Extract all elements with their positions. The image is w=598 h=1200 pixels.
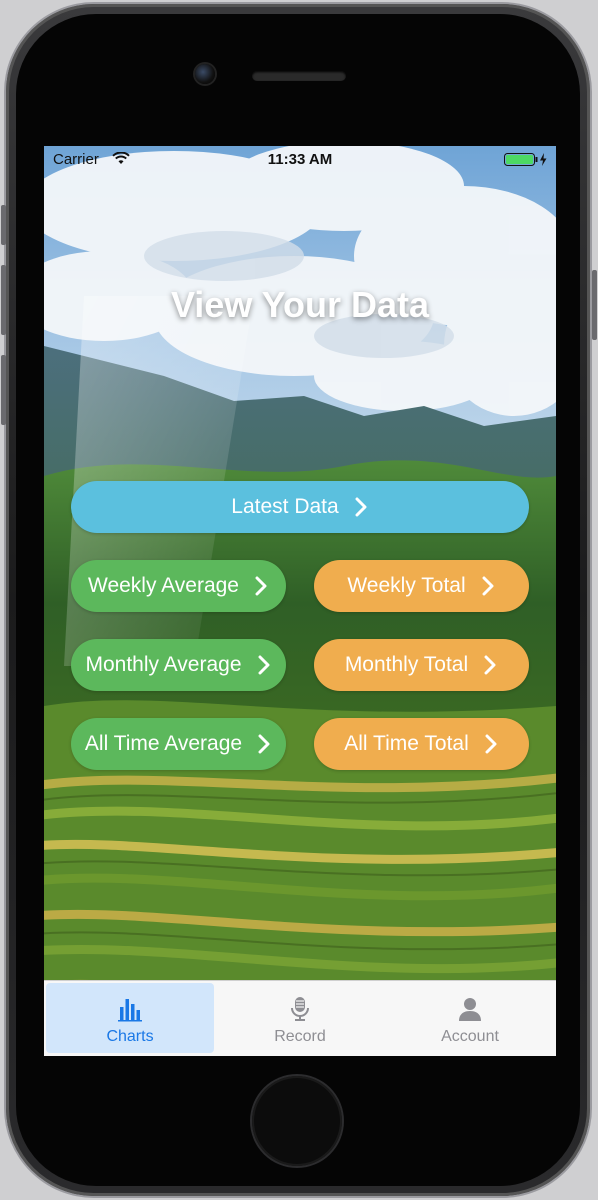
chevron-right-icon xyxy=(355,497,367,517)
tab-account[interactable]: Account xyxy=(386,983,554,1053)
all-time-average-label: All Time Average xyxy=(84,732,243,755)
weekly-average-label: Weekly Average xyxy=(88,574,239,597)
chevron-right-icon xyxy=(482,576,494,596)
power-button xyxy=(592,270,597,340)
latest-data-button[interactable]: Latest Data xyxy=(71,481,529,533)
chevron-right-icon xyxy=(484,655,496,675)
volume-down-button xyxy=(1,355,6,425)
tab-record[interactable]: Record xyxy=(216,983,384,1053)
monthly-total-button[interactable]: Monthly Total xyxy=(314,639,529,691)
chevron-right-icon xyxy=(258,734,270,754)
all-time-average-button[interactable]: All Time Average xyxy=(71,718,286,770)
weekly-total-button[interactable]: Weekly Total xyxy=(314,560,529,612)
all-time-total-label: All Time Total xyxy=(344,732,469,755)
home-button[interactable] xyxy=(252,1076,342,1166)
silent-switch xyxy=(1,205,6,245)
weekly-total-label: Weekly Total xyxy=(347,574,466,597)
tab-charts[interactable]: Charts xyxy=(46,983,214,1053)
chevron-right-icon xyxy=(258,655,270,675)
monthly-total-label: Monthly Total xyxy=(344,653,469,676)
tab-record-label: Record xyxy=(274,1028,326,1045)
latest-data-label: Latest Data xyxy=(231,495,339,518)
front-camera xyxy=(195,64,215,84)
monthly-average-button[interactable]: Monthly Average xyxy=(71,639,286,691)
battery-charging-icon xyxy=(504,153,547,166)
all-time-total-button[interactable]: All Time Total xyxy=(314,718,529,770)
bar-chart-icon xyxy=(118,999,142,1022)
chevron-right-icon xyxy=(255,576,267,596)
status-bar: Carrier 11:33 AM xyxy=(44,146,556,174)
weekly-average-button[interactable]: Weekly Average xyxy=(71,560,286,612)
monthly-average-label: Monthly Average xyxy=(85,653,242,676)
microphone-icon xyxy=(291,997,309,1021)
page-title: View Your Data xyxy=(170,284,430,325)
status-time: 11:33 AM xyxy=(267,151,333,168)
tab-charts-label: Charts xyxy=(106,1028,154,1045)
user-icon xyxy=(459,998,481,1021)
volume-up-button xyxy=(1,265,6,335)
tab-account-label: Account xyxy=(441,1028,499,1045)
app-screen: Carrier 11:33 AM View Your Data Latest D… xyxy=(44,146,556,1056)
chevron-right-icon xyxy=(485,734,497,754)
tab-bar: Charts Record Account xyxy=(44,980,556,1056)
earpiece-speaker xyxy=(252,71,346,81)
